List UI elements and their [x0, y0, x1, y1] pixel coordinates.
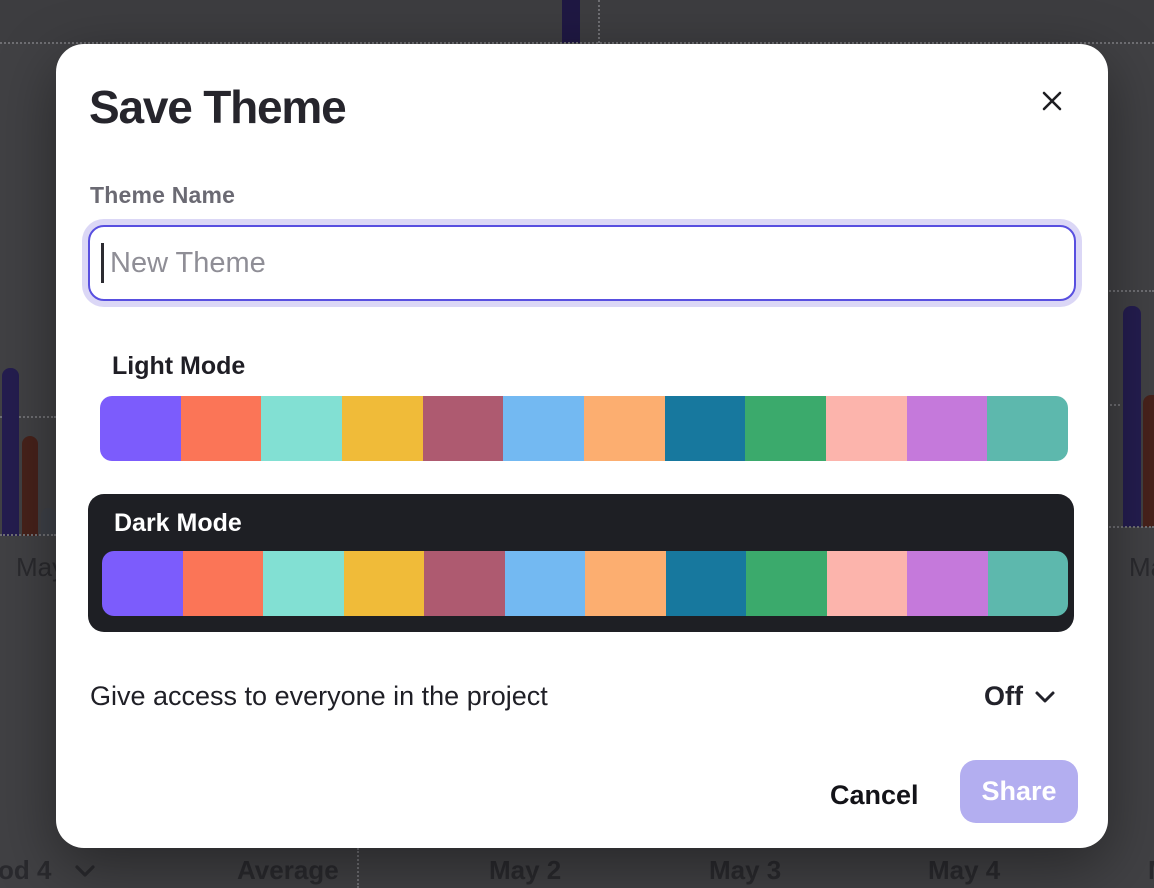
background-chart-bar	[2, 368, 19, 536]
period-selector[interactable]: od 4	[0, 855, 95, 886]
palette-swatch	[503, 396, 584, 461]
palette-swatch	[826, 396, 907, 461]
background-gridline	[357, 848, 359, 888]
theme-name-label: Theme Name	[90, 182, 235, 209]
palette-swatch	[102, 551, 183, 616]
share-button[interactable]: Share	[960, 760, 1078, 823]
save-theme-dialog: Save Theme Theme Name Light Mode Dark Mo…	[56, 44, 1108, 848]
palette-swatch	[745, 396, 826, 461]
palette-swatch	[584, 396, 665, 461]
access-label: Give access to everyone in the project	[90, 681, 548, 712]
access-dropdown-value: Off	[984, 681, 1023, 712]
theme-name-input[interactable]	[88, 225, 1076, 301]
close-icon	[1040, 89, 1064, 113]
close-button[interactable]	[1034, 83, 1070, 119]
dark-mode-label: Dark Mode	[114, 509, 242, 538]
palette-swatch	[907, 551, 988, 616]
period-selector-label: od 4	[0, 855, 51, 886]
background-chart-bar	[22, 436, 38, 536]
theme-name-focus-ring	[82, 219, 1082, 307]
dialog-title: Save Theme	[89, 80, 345, 134]
palette-swatch	[746, 551, 827, 616]
dark-mode-card: Dark Mode	[88, 494, 1074, 632]
axis-label-may4: May 4	[928, 855, 1000, 886]
palette-swatch	[907, 396, 988, 461]
palette-swatch	[263, 551, 344, 616]
background-axis-line	[1106, 526, 1154, 528]
palette-swatch	[183, 551, 264, 616]
background-gridline	[598, 0, 600, 43]
access-dropdown[interactable]: Off	[984, 681, 1056, 712]
palette-swatch	[827, 551, 908, 616]
axis-label-right-month: Ma	[1129, 552, 1154, 583]
axis-label-clipped: M	[1148, 855, 1154, 886]
palette-swatch	[181, 396, 262, 461]
palette-swatch	[261, 396, 342, 461]
background-chart-bar	[41, 508, 56, 536]
palette-swatch	[100, 396, 181, 461]
palette-swatch	[424, 551, 505, 616]
palette-swatch	[988, 551, 1069, 616]
background-chart-bar	[1123, 306, 1141, 527]
palette-swatch	[585, 551, 666, 616]
background-chart-bar	[562, 0, 580, 43]
palette-swatch	[423, 396, 504, 461]
axis-label-may3: May 3	[709, 855, 781, 886]
light-mode-palette	[100, 396, 1068, 461]
light-mode-label: Light Mode	[112, 352, 245, 381]
cancel-button[interactable]: Cancel	[812, 770, 937, 821]
axis-label-average: Average	[237, 855, 339, 886]
chevron-down-icon	[75, 865, 95, 877]
palette-swatch	[665, 396, 746, 461]
chevron-down-icon	[1034, 690, 1056, 704]
background-chart-bar	[1143, 395, 1154, 527]
dark-mode-palette	[102, 551, 1068, 616]
background-axis-line	[0, 534, 56, 536]
background-gridline	[1106, 290, 1154, 292]
axis-label-may2: May 2	[489, 855, 561, 886]
palette-swatch	[342, 396, 423, 461]
palette-swatch	[987, 396, 1068, 461]
palette-swatch	[505, 551, 586, 616]
background-gridline	[1106, 404, 1120, 406]
text-caret	[101, 243, 104, 283]
palette-swatch	[666, 551, 747, 616]
palette-swatch	[344, 551, 425, 616]
